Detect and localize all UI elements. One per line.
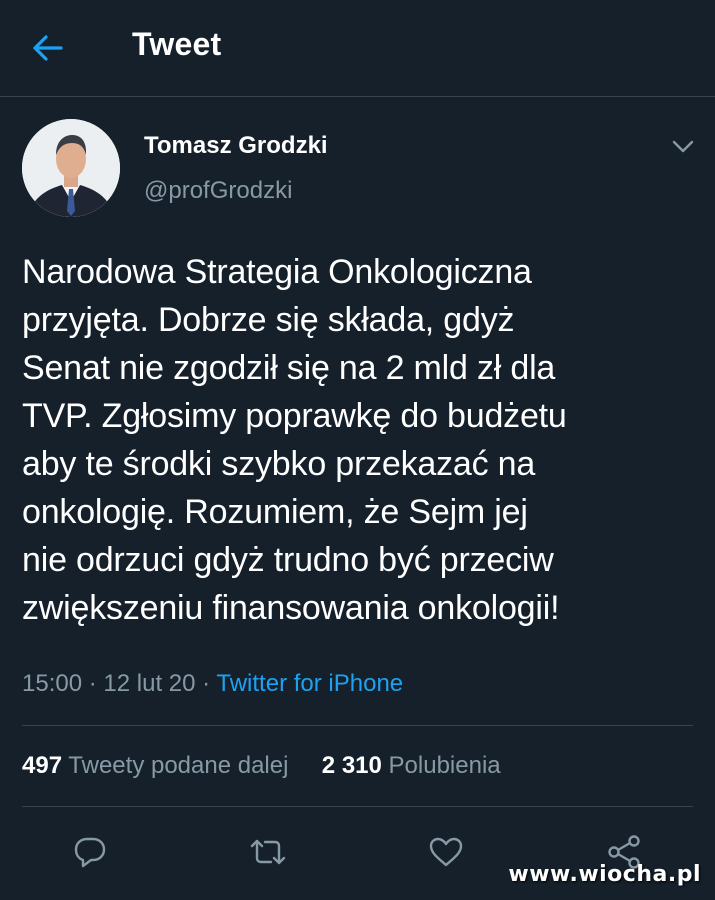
tweet-time: 15:00 bbox=[22, 670, 83, 697]
page-title: Tweet bbox=[132, 26, 222, 62]
tweet-stats: 497 Tweety podane dalej 2 310 Polubienia bbox=[22, 752, 501, 780]
tweet-text: Narodowa Strategia Onkologiczna przyjęta… bbox=[22, 253, 567, 627]
author-name[interactable]: Tomasz Grodzki bbox=[144, 132, 328, 160]
reply-button[interactable] bbox=[68, 830, 112, 874]
retweet-button[interactable] bbox=[246, 830, 290, 874]
likes-stat[interactable]: 2 310 Polubienia bbox=[322, 752, 501, 779]
tweet-screen: Tweet Tomasz Grodzki @profGrodzki Narodo… bbox=[0, 0, 715, 900]
divider bbox=[22, 806, 693, 807]
retweets-label: Tweety podane dalej bbox=[68, 752, 289, 779]
retweets-stat[interactable]: 497 Tweety podane dalej bbox=[22, 752, 295, 779]
arrow-left-icon bbox=[33, 35, 63, 61]
likes-label: Polubienia bbox=[388, 752, 501, 779]
meta-separator: · bbox=[202, 670, 211, 697]
back-button[interactable] bbox=[22, 22, 74, 74]
tweet-date: 12 lut 20 bbox=[103, 670, 196, 697]
avatar-image bbox=[22, 119, 120, 217]
watermark: www.wiocha.pl bbox=[508, 862, 701, 887]
tweet-menu-button[interactable] bbox=[666, 132, 700, 162]
top-bar: Tweet bbox=[0, 0, 715, 97]
likes-count: 2 310 bbox=[321, 752, 382, 779]
tweet-meta: 15:00 · 12 lut 20 · Twitter for iPhone bbox=[22, 670, 403, 698]
chevron-down-icon bbox=[672, 140, 694, 153]
author-handle[interactable]: @profGrodzki bbox=[144, 177, 292, 205]
divider bbox=[22, 725, 693, 726]
tweet-source-link[interactable]: Twitter for iPhone bbox=[216, 670, 403, 697]
retweets-count: 497 bbox=[22, 752, 63, 779]
heart-icon bbox=[429, 837, 463, 867]
avatar[interactable] bbox=[22, 119, 120, 217]
meta-separator: · bbox=[88, 670, 97, 697]
retweet-icon bbox=[250, 839, 286, 865]
like-button[interactable] bbox=[424, 830, 468, 874]
reply-icon bbox=[74, 837, 106, 868]
